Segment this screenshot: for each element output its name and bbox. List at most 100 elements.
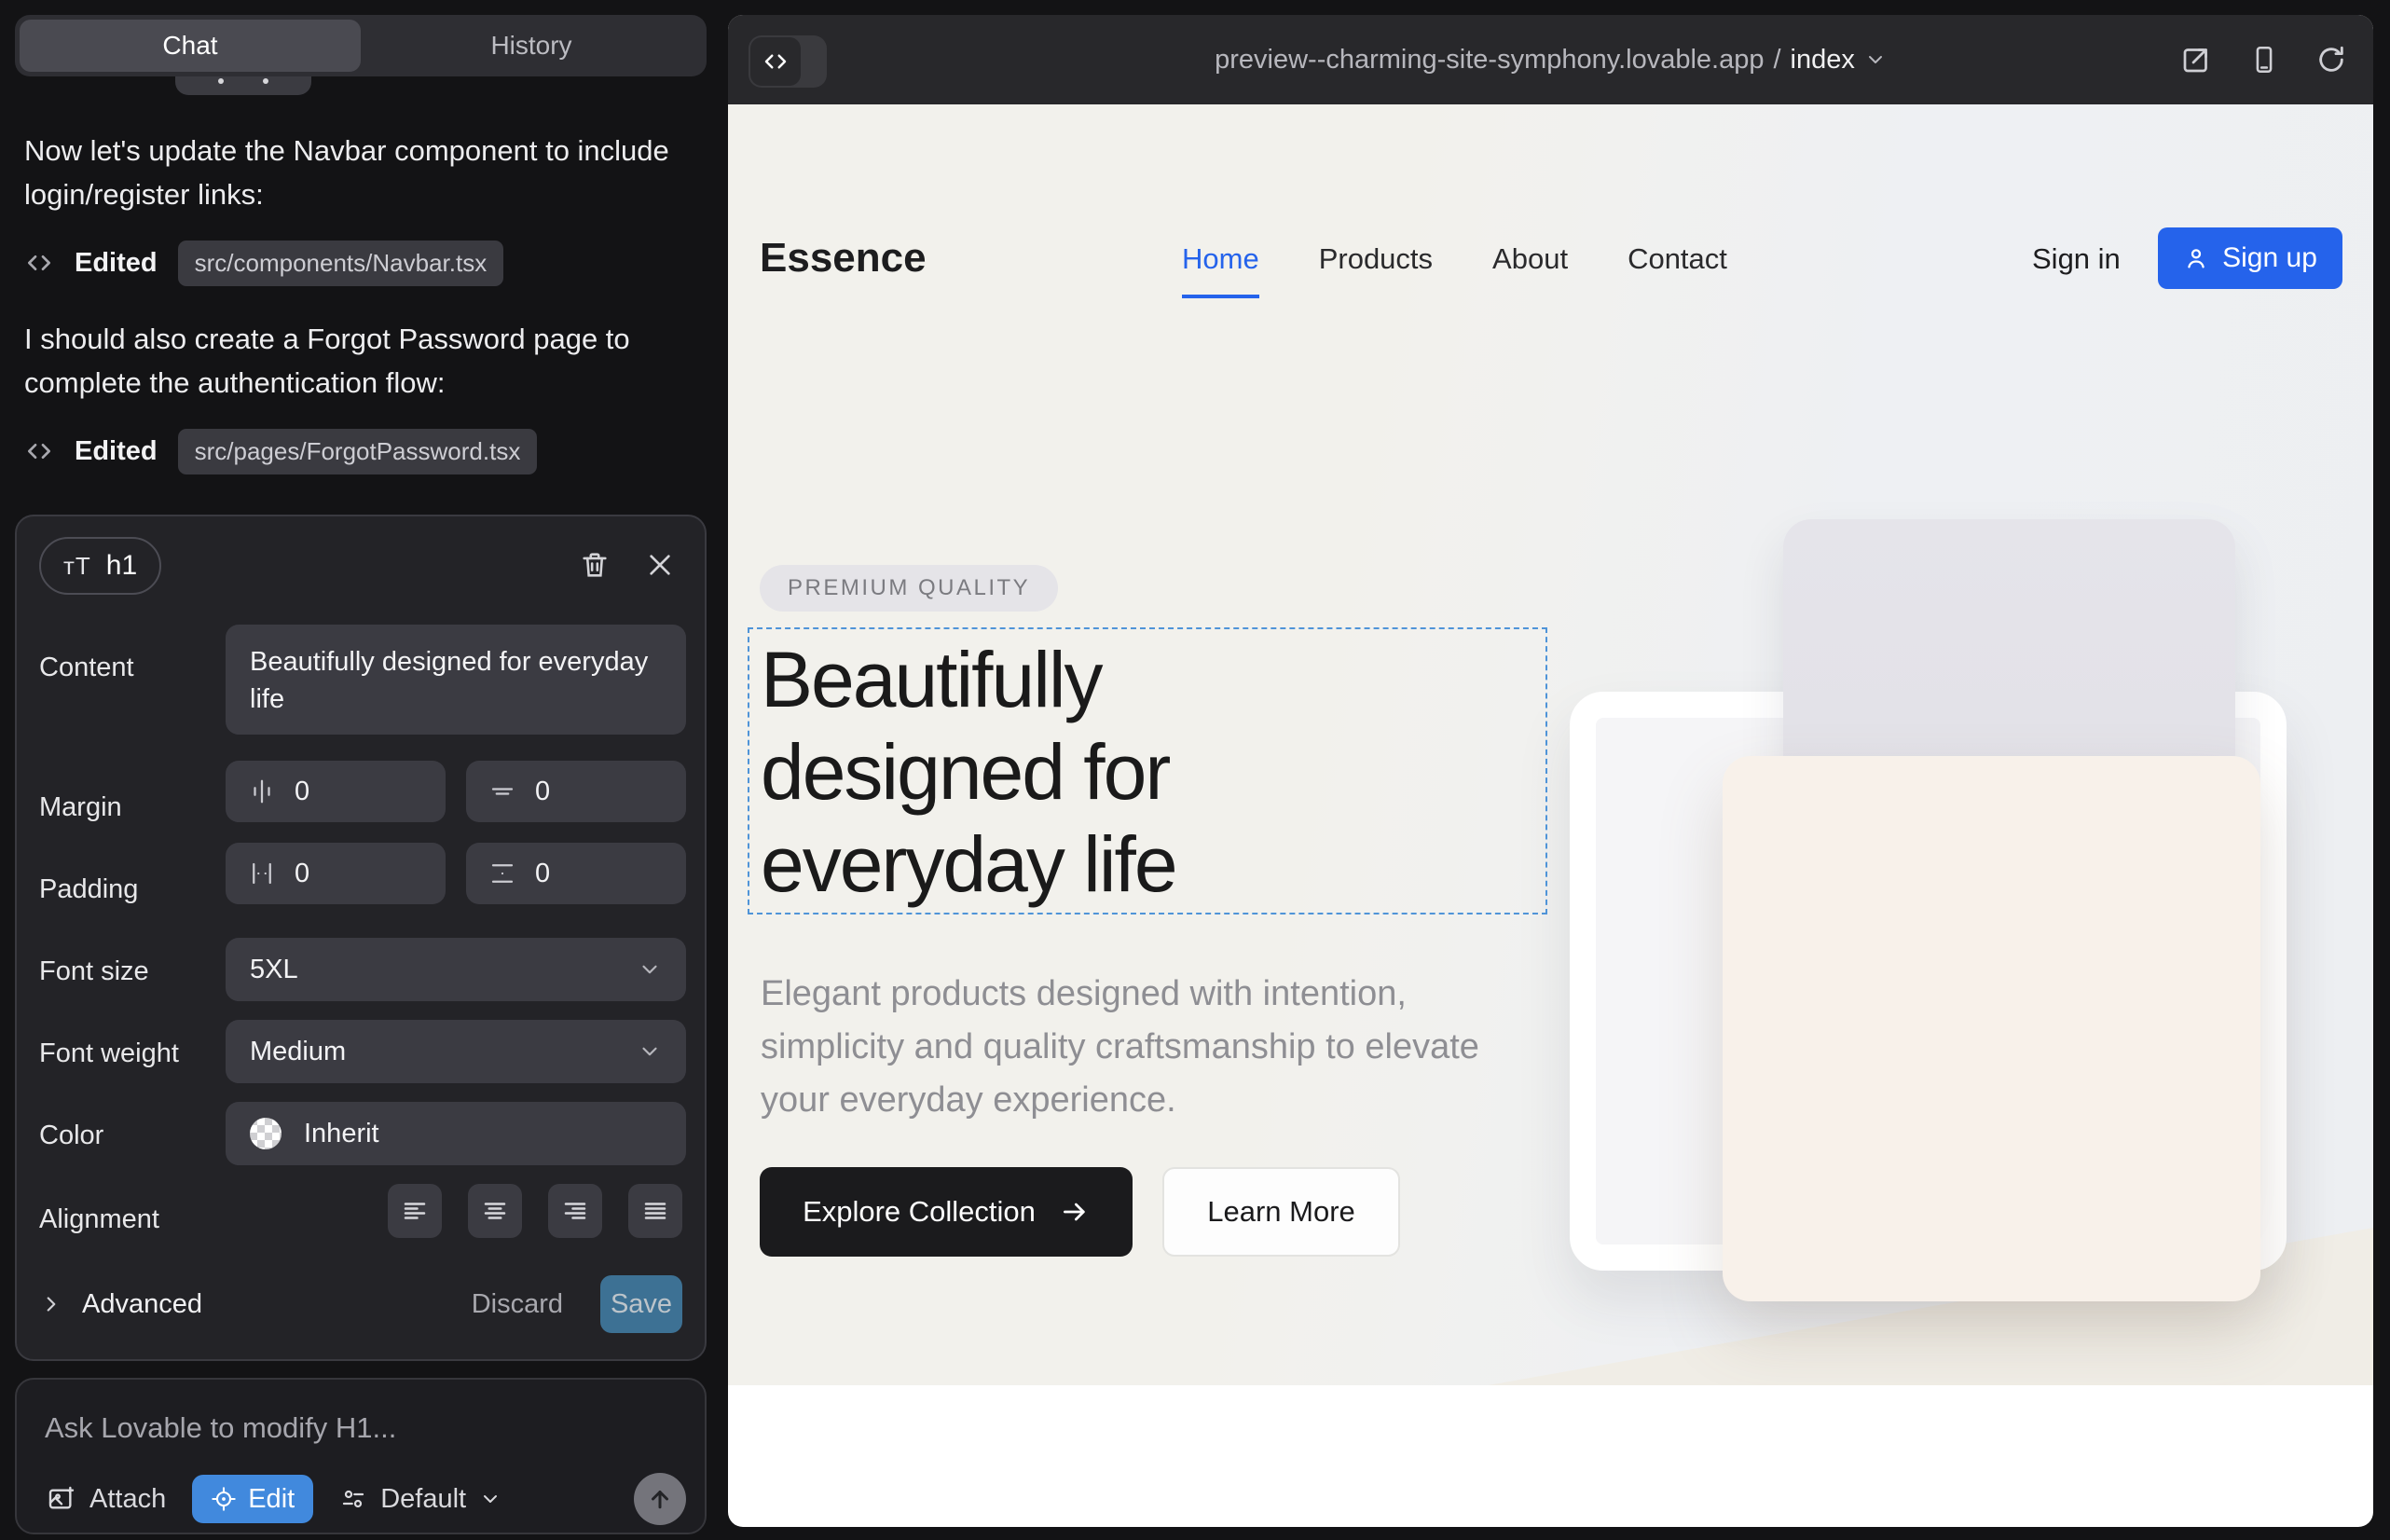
advanced-toggle[interactable]: Advanced <box>39 1289 202 1320</box>
chevron-right-icon <box>39 1292 63 1316</box>
editor-footer: Advanced Discard Save <box>39 1273 682 1335</box>
nav-link-products[interactable]: Products <box>1319 242 1433 276</box>
scrolled-pill-fragment <box>175 76 311 95</box>
model-mode-select[interactable]: Default <box>339 1484 501 1515</box>
send-button[interactable] <box>634 1473 686 1525</box>
edited-label: Edited <box>75 436 158 467</box>
hero-subtext: Elegant products designed with intention… <box>761 968 1521 1127</box>
edited-file-row: Edited src/pages/ForgotPassword.tsx <box>24 429 537 474</box>
align-right-button[interactable] <box>548 1184 602 1238</box>
arrow-up-icon <box>646 1485 674 1513</box>
edited-file-row: Edited src/components/Navbar.tsx <box>24 241 503 285</box>
settings-sliders-icon <box>339 1485 367 1513</box>
font-size-value: 5XL <box>250 955 298 985</box>
assistant-message: I should also create a Forgot Password p… <box>24 317 692 405</box>
selected-element-pill: тT h1 <box>39 537 161 595</box>
element-tag-label: h1 <box>106 550 137 582</box>
arrow-right-icon <box>1060 1197 1090 1227</box>
mobile-view-button[interactable] <box>2248 44 2280 76</box>
chevron-down-icon <box>479 1488 501 1510</box>
chevron-down-icon <box>638 1039 662 1064</box>
font-weight-value: Medium <box>250 1037 346 1067</box>
site-logo[interactable]: Essence <box>760 235 927 282</box>
padding-vertical-icon <box>488 859 516 887</box>
target-icon <box>211 1486 237 1512</box>
padding-x-input[interactable]: 0 <box>226 843 446 904</box>
discard-button[interactable]: Discard <box>472 1289 563 1320</box>
chevron-down-icon <box>638 957 662 982</box>
sign-up-button[interactable]: Sign up <box>2158 227 2342 289</box>
edit-mode-pill[interactable]: Edit <box>192 1475 313 1523</box>
padding-label: Padding <box>39 874 138 905</box>
margin-x-value: 0 <box>295 777 309 807</box>
content-input[interactable]: Beautifully designed for everyday life <box>226 625 686 735</box>
url-path: index <box>1791 45 1855 76</box>
code-icon <box>24 436 54 466</box>
learn-more-button[interactable]: Learn More <box>1162 1167 1400 1257</box>
user-icon <box>2183 245 2209 271</box>
tab-history[interactable]: History <box>361 20 702 72</box>
font-weight-label: Font weight <box>39 1038 179 1069</box>
margin-y-input[interactable]: 0 <box>466 761 686 822</box>
site-preview: Essence Home Products About Contact Sign… <box>728 104 2373 1385</box>
font-weight-select[interactable]: Medium <box>226 1020 686 1083</box>
margin-y-value: 0 <box>535 777 550 807</box>
element-editor-panel: тT h1 Content Beautifully designed for e… <box>15 515 707 1361</box>
close-editor-button[interactable] <box>639 544 680 585</box>
site-nav: Home Products About Contact <box>1182 242 1727 276</box>
hero-headline[interactable]: Beautifully designed for everyday life <box>761 634 1339 911</box>
margin-x-input[interactable]: 0 <box>226 761 446 822</box>
prompt-box: Ask Lovable to modify H1... Attach Edit … <box>15 1378 707 1534</box>
text-type-icon: тT <box>63 552 91 581</box>
prompt-toolbar: Attach Edit Default <box>37 1473 686 1525</box>
prompt-input[interactable]: Ask Lovable to modify H1... <box>45 1411 396 1445</box>
margin-horizontal-icon <box>248 777 276 805</box>
padding-x-value: 0 <box>295 859 309 889</box>
explore-collection-button[interactable]: Explore Collection <box>760 1167 1133 1257</box>
nav-link-contact[interactable]: Contact <box>1628 242 1727 276</box>
open-external-button[interactable] <box>2179 43 2213 76</box>
advanced-label: Advanced <box>82 1289 202 1320</box>
sign-up-label: Sign up <box>2222 242 2317 274</box>
edited-file-chip[interactable]: src/pages/ForgotPassword.tsx <box>178 429 538 474</box>
delete-element-button[interactable] <box>574 544 615 585</box>
chat-history-tabbar: Chat History <box>15 15 707 76</box>
padding-y-input[interactable]: 0 <box>466 843 686 904</box>
edited-label: Edited <box>75 248 158 279</box>
margin-label: Margin <box>39 792 122 823</box>
assistant-message: Now let's update the Navbar component to… <box>24 129 692 216</box>
color-label: Color <box>39 1121 103 1151</box>
alignment-label: Alignment <box>39 1204 159 1235</box>
edited-file-chip[interactable]: src/components/Navbar.tsx <box>178 241 504 286</box>
decorative-card-cream <box>1723 756 2260 1301</box>
chevron-down-icon <box>1864 48 1887 71</box>
nav-link-home[interactable]: Home <box>1182 242 1259 276</box>
url-host: preview--charming-site-symphony.lovable.… <box>1215 45 1764 76</box>
font-size-select[interactable]: 5XL <box>226 938 686 1001</box>
align-justify-button[interactable] <box>628 1184 682 1238</box>
content-label: Content <box>39 653 134 683</box>
chat-panel: Chat History Now let's update the Navbar… <box>0 0 728 1540</box>
font-size-label: Font size <box>39 956 149 987</box>
code-icon <box>24 248 54 278</box>
nav-link-about[interactable]: About <box>1492 242 1568 276</box>
align-center-button[interactable] <box>468 1184 522 1238</box>
alignment-button-group <box>388 1184 682 1238</box>
save-button[interactable]: Save <box>600 1275 682 1333</box>
color-select[interactable]: Inherit <box>226 1102 686 1165</box>
margin-vertical-icon <box>488 777 516 805</box>
attach-button[interactable]: Attach <box>37 1484 175 1515</box>
sign-in-link[interactable]: Sign in <box>2032 242 2121 276</box>
browser-chrome: preview--charming-site-symphony.lovable.… <box>728 15 2373 104</box>
align-left-button[interactable] <box>388 1184 442 1238</box>
attach-image-icon <box>47 1484 76 1514</box>
tab-chat[interactable]: Chat <box>20 20 361 72</box>
refresh-button[interactable] <box>2315 44 2347 76</box>
mode-label: Default <box>380 1484 466 1515</box>
url-bar[interactable]: preview--charming-site-symphony.lovable.… <box>728 15 2373 104</box>
chrome-actions <box>2179 15 2347 104</box>
url-separator: / <box>1773 45 1780 76</box>
preview-window: preview--charming-site-symphony.lovable.… <box>728 15 2373 1527</box>
color-value: Inherit <box>304 1119 379 1149</box>
premium-quality-badge: PREMIUM QUALITY <box>760 565 1058 612</box>
